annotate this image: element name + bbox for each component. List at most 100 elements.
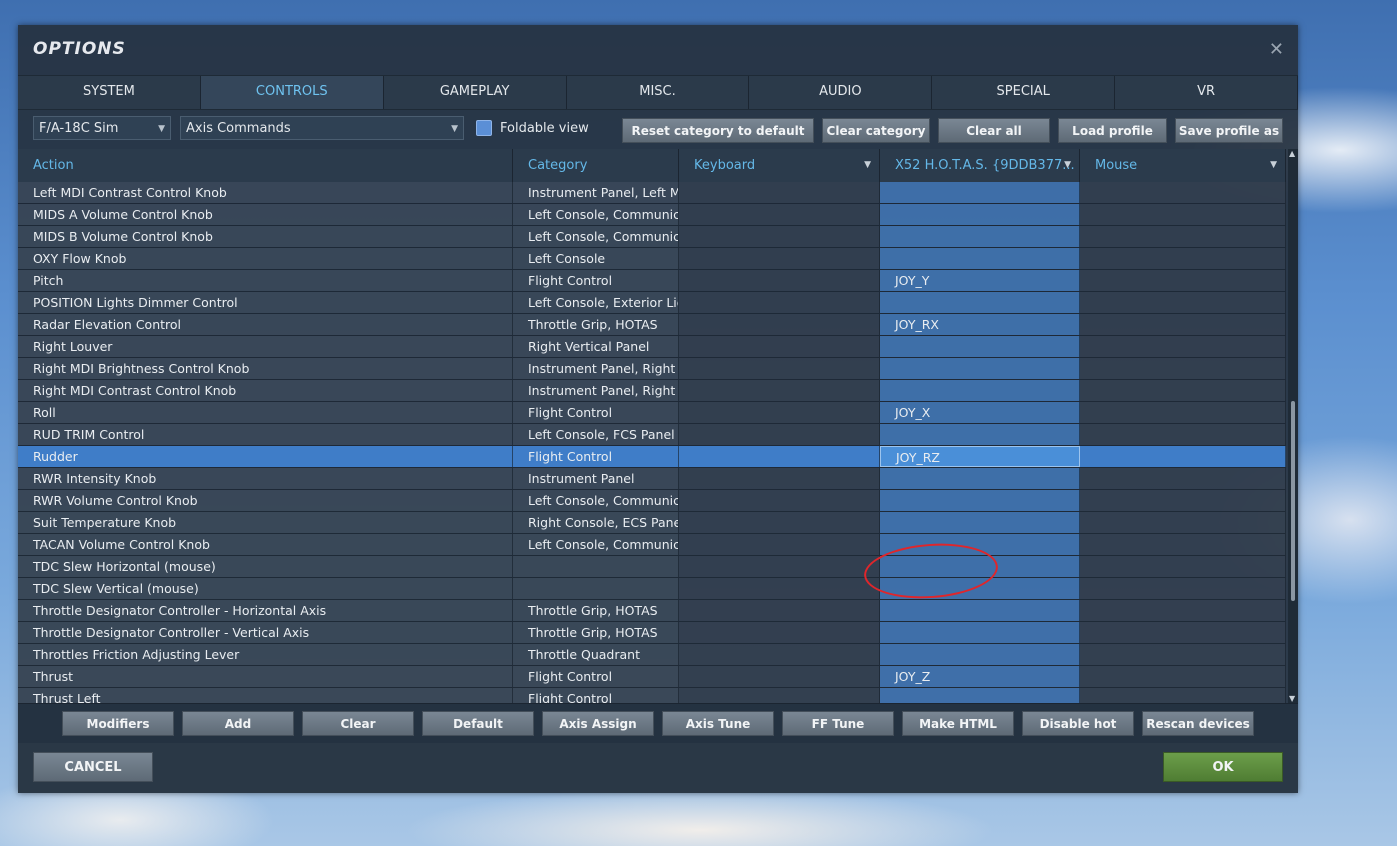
category-cell[interactable] xyxy=(513,578,679,599)
ff-tune-button[interactable]: FF Tune xyxy=(782,711,894,736)
table-row[interactable]: Radar Elevation Control Throttle Grip, HO… xyxy=(18,314,1286,336)
category-cell[interactable]: Instrument Panel, Right MDI xyxy=(513,358,679,379)
save-profile-button[interactable]: Save profile as xyxy=(1175,118,1283,143)
joystick-binding-cell[interactable]: JOY_RZ xyxy=(880,446,1080,467)
keyboard-binding-cell[interactable] xyxy=(679,666,880,687)
joystick-binding-cell[interactable]: JOY_Y xyxy=(880,270,1080,291)
category-cell[interactable]: Left Console, Communication xyxy=(513,534,679,555)
joystick-binding-cell[interactable] xyxy=(880,490,1080,511)
category-cell[interactable]: Flight Control xyxy=(513,688,679,703)
close-icon[interactable]: ✕ xyxy=(1269,39,1284,60)
category-cell[interactable]: Flight Control xyxy=(513,402,679,423)
keyboard-binding-cell[interactable] xyxy=(679,314,880,335)
action-cell[interactable]: POSITION Lights Dimmer Control xyxy=(18,292,513,313)
keyboard-binding-cell[interactable] xyxy=(679,446,880,467)
table-row[interactable]: TDC Slew Horizontal (mouse) xyxy=(18,556,1286,578)
axis-tune-button[interactable]: Axis Tune xyxy=(662,711,774,736)
keyboard-binding-cell[interactable] xyxy=(679,622,880,643)
category-cell[interactable]: Throttle Grip, HOTAS xyxy=(513,622,679,643)
scroll-down-icon[interactable]: ▼ xyxy=(1289,694,1295,703)
clear-all-button[interactable]: Clear all xyxy=(938,118,1050,143)
table-row[interactable]: Left MDI Contrast Control Knob Instrument… xyxy=(18,182,1286,204)
joystick-binding-cell[interactable] xyxy=(880,644,1080,665)
joystick-binding-cell[interactable] xyxy=(880,468,1080,489)
mouse-binding-cell[interactable] xyxy=(1080,534,1286,555)
action-cell[interactable]: TDC Slew Vertical (mouse) xyxy=(18,578,513,599)
mouse-binding-cell[interactable] xyxy=(1080,622,1286,643)
action-cell[interactable]: TACAN Volume Control Knob xyxy=(18,534,513,555)
joystick-binding-cell[interactable] xyxy=(880,534,1080,555)
mouse-binding-cell[interactable] xyxy=(1080,644,1286,665)
keyboard-binding-cell[interactable] xyxy=(679,468,880,489)
action-cell[interactable]: Left MDI Contrast Control Knob xyxy=(18,182,513,203)
joystick-binding-cell[interactable]: JOY_RX xyxy=(880,314,1080,335)
mouse-binding-cell[interactable] xyxy=(1080,424,1286,445)
action-cell[interactable]: Right MDI Brightness Control Knob xyxy=(18,358,513,379)
table-row[interactable]: Right MDI Contrast Control Knob Instrumen… xyxy=(18,380,1286,402)
table-row[interactable]: RWR Volume Control Knob Left Console, Com… xyxy=(18,490,1286,512)
clear-button[interactable]: Clear xyxy=(302,711,414,736)
keyboard-binding-cell[interactable] xyxy=(679,358,880,379)
action-cell[interactable]: Rudder xyxy=(18,446,513,467)
joystick-binding-cell[interactable] xyxy=(880,600,1080,621)
table-row[interactable]: Pitch Flight Control JOY_Y xyxy=(18,270,1286,292)
joystick-binding-cell[interactable] xyxy=(880,424,1080,445)
mouse-binding-cell[interactable] xyxy=(1080,314,1286,335)
mouse-binding-cell[interactable] xyxy=(1080,688,1286,703)
action-cell[interactable]: Throttle Designator Controller - Horizon… xyxy=(18,600,513,621)
mouse-binding-cell[interactable] xyxy=(1080,204,1286,225)
column-header-mouse[interactable]: Mouse ▼ xyxy=(1080,149,1286,182)
table-row[interactable]: Right MDI Brightness Control Knob Instrum… xyxy=(18,358,1286,380)
vertical-scrollbar[interactable]: ▲ ▼ xyxy=(1288,149,1298,703)
keyboard-binding-cell[interactable] xyxy=(679,688,880,703)
disable-hot-plug-button[interactable]: Disable hot plug xyxy=(1022,711,1134,756)
mouse-binding-cell[interactable] xyxy=(1080,468,1286,489)
table-row[interactable]: POSITION Lights Dimmer Control Left Conso… xyxy=(18,292,1286,314)
category-cell[interactable]: Throttle Grip, HOTAS xyxy=(513,314,679,335)
default-button[interactable]: Default xyxy=(422,711,534,736)
category-cell[interactable] xyxy=(513,556,679,577)
mouse-binding-cell[interactable] xyxy=(1080,292,1286,313)
category-cell[interactable]: Left Console, Exterior Lights xyxy=(513,292,679,313)
reset-category-button[interactable]: Reset category to default xyxy=(622,118,814,143)
keyboard-binding-cell[interactable] xyxy=(679,512,880,533)
action-cell[interactable]: TDC Slew Horizontal (mouse) xyxy=(18,556,513,577)
keyboard-binding-cell[interactable] xyxy=(679,182,880,203)
add-button[interactable]: Add xyxy=(182,711,294,736)
category-cell[interactable]: Left Console, Communication xyxy=(513,204,679,225)
axis-assign-button[interactable]: Axis Assign xyxy=(542,711,654,736)
joystick-binding-cell[interactable] xyxy=(880,688,1080,703)
mouse-binding-cell[interactable] xyxy=(1080,600,1286,621)
keyboard-binding-cell[interactable] xyxy=(679,644,880,665)
mouse-binding-cell[interactable] xyxy=(1080,402,1286,423)
mouse-binding-cell[interactable] xyxy=(1080,182,1286,203)
category-cell[interactable]: Flight Control xyxy=(513,666,679,687)
category-cell[interactable]: Throttle Grip, HOTAS xyxy=(513,600,679,621)
joystick-binding-cell[interactable] xyxy=(880,336,1080,357)
joystick-binding-cell[interactable]: JOY_Z xyxy=(880,666,1080,687)
table-row[interactable]: Throttle Designator Controller - Vertica… xyxy=(18,622,1286,644)
category-cell[interactable]: Left Console, Communication xyxy=(513,226,679,247)
keyboard-binding-cell[interactable] xyxy=(679,534,880,555)
clear-category-button[interactable]: Clear category xyxy=(822,118,930,143)
action-cell[interactable]: RUD TRIM Control xyxy=(18,424,513,445)
action-cell[interactable]: Thrust xyxy=(18,666,513,687)
keyboard-binding-cell[interactable] xyxy=(679,402,880,423)
joystick-binding-cell[interactable] xyxy=(880,556,1080,577)
keyboard-binding-cell[interactable] xyxy=(679,270,880,291)
action-cell[interactable]: MIDS B Volume Control Knob xyxy=(18,226,513,247)
tab-controls[interactable]: CONTROLS xyxy=(200,76,384,109)
table-row[interactable]: Throttle Designator Controller - Horizon… xyxy=(18,600,1286,622)
table-row[interactable]: Right Louver Right Vertical Panel xyxy=(18,336,1286,358)
mouse-binding-cell[interactable] xyxy=(1080,666,1286,687)
rescan-devices-button[interactable]: Rescan devices xyxy=(1142,711,1254,736)
mouse-binding-cell[interactable] xyxy=(1080,490,1286,511)
table-row[interactable]: Rudder Flight Control JOY_RZ xyxy=(18,446,1286,468)
joystick-binding-cell[interactable] xyxy=(880,358,1080,379)
mouse-binding-cell[interactable] xyxy=(1080,578,1286,599)
keyboard-binding-cell[interactable] xyxy=(679,424,880,445)
action-cell[interactable]: Suit Temperature Knob xyxy=(18,512,513,533)
load-profile-button[interactable]: Load profile xyxy=(1058,118,1167,143)
table-row[interactable]: Throttles Friction Adjusting Lever Thrott… xyxy=(18,644,1286,666)
tab-vr[interactable]: VR xyxy=(1115,76,1299,109)
